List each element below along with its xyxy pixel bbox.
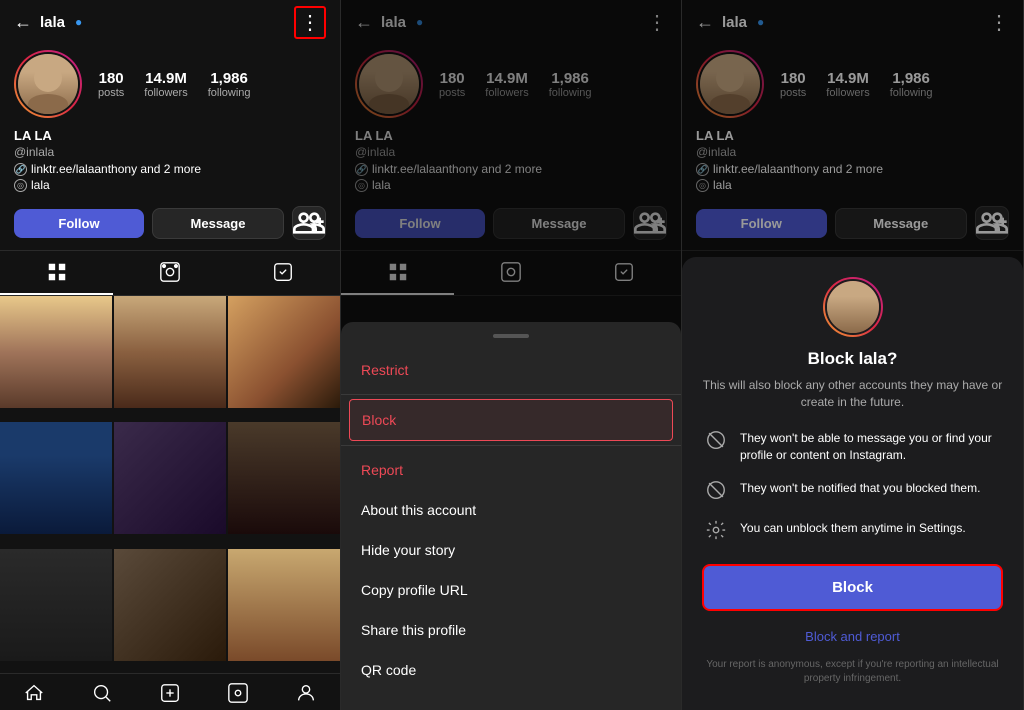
bottom-nav bbox=[0, 673, 340, 710]
nav-username: lala bbox=[40, 14, 65, 31]
block-reason-1: They won't be able to message you or fin… bbox=[702, 426, 1003, 464]
block-title: Block lala? bbox=[702, 349, 1003, 369]
grid-icon bbox=[46, 261, 68, 283]
follow-button[interactable]: Follow bbox=[14, 209, 144, 238]
video-icon bbox=[227, 682, 249, 704]
block-footer-note: Your report is anonymous, except if you'… bbox=[702, 658, 1003, 686]
block-confirm-button[interactable]: Block bbox=[702, 564, 1003, 611]
block-reason-2: They won't be notified that you blocked … bbox=[702, 476, 1003, 504]
followers-count: 14.9M bbox=[145, 70, 187, 87]
action-buttons: Follow Message bbox=[0, 202, 340, 250]
panel-profile: ← lala ● ⋮ 180 posts 14.9M followers 1,9… bbox=[0, 0, 341, 710]
posts-label: posts bbox=[98, 87, 124, 99]
block-and-report-button[interactable]: Block and report bbox=[702, 623, 1003, 650]
search-icon bbox=[91, 682, 113, 704]
following-count: 1,986 bbox=[210, 70, 248, 87]
tab-grid[interactable] bbox=[0, 251, 113, 295]
stats-row: 180 posts 14.9M followers 1,986 followin… bbox=[98, 70, 326, 99]
photo-cell[interactable] bbox=[228, 549, 340, 661]
link-icon: 🔗 bbox=[14, 163, 27, 176]
photo-cell[interactable] bbox=[228, 296, 340, 408]
display-name: LA LA bbox=[14, 128, 326, 143]
stat-posts: 180 posts bbox=[98, 70, 124, 99]
stat-followers: 14.9M followers bbox=[144, 70, 187, 99]
block-avatar-face bbox=[827, 281, 879, 333]
menu-sheet: Restrict Block Report About this account… bbox=[341, 322, 681, 710]
panel-block: ← lala ● ⋮ 180 posts 14.9M followers 1,9… bbox=[682, 0, 1024, 710]
menu-share-profile[interactable]: Share this profile bbox=[341, 610, 681, 650]
nav-reels-tab[interactable] bbox=[204, 682, 272, 704]
no-message-icon bbox=[702, 426, 730, 454]
bio-link[interactable]: 🔗 linktr.ee/lalaanthony and 2 more bbox=[14, 162, 326, 176]
block-description: This will also block any other accounts … bbox=[702, 377, 1003, 411]
block-reason-text-1: They won't be able to message you or fin… bbox=[740, 426, 1003, 464]
settings-icon bbox=[702, 516, 730, 544]
top-nav: ← lala ● ⋮ bbox=[0, 0, 340, 44]
nav-create[interactable] bbox=[136, 682, 204, 704]
profile-header: 180 posts 14.9M followers 1,986 followin… bbox=[0, 44, 340, 128]
menu-report[interactable]: Report bbox=[341, 450, 681, 490]
tab-tagged[interactable] bbox=[227, 251, 340, 295]
block-avatar bbox=[823, 277, 883, 337]
block-reason-text-2: They won't be notified that you blocked … bbox=[740, 476, 980, 497]
nav-search[interactable] bbox=[68, 682, 136, 704]
block-dialog: Block lala? This will also block any oth… bbox=[682, 257, 1023, 710]
nav-left: ← lala ● bbox=[14, 12, 82, 33]
menu-divider bbox=[341, 394, 681, 395]
link-text: linktr.ee/lalaanthony and 2 more bbox=[31, 162, 201, 176]
posts-count: 180 bbox=[99, 70, 124, 87]
profile-icon bbox=[295, 682, 317, 704]
photo-cell[interactable] bbox=[0, 549, 112, 661]
photo-grid bbox=[0, 296, 340, 673]
handle: @inlala bbox=[14, 145, 326, 159]
menu-divider2 bbox=[341, 445, 681, 446]
tab-reels[interactable] bbox=[113, 251, 226, 295]
block-reasons: They won't be able to message you or fin… bbox=[702, 426, 1003, 544]
avatar-face bbox=[18, 54, 78, 114]
menu-about[interactable]: About this account bbox=[341, 490, 681, 530]
verified-icon: ● bbox=[75, 15, 82, 29]
nav-profile[interactable] bbox=[272, 682, 340, 704]
photo-cell[interactable] bbox=[0, 422, 112, 534]
bio-section: LA LA @inlala 🔗 linktr.ee/lalaanthony an… bbox=[0, 128, 340, 202]
tag-text: lala bbox=[31, 178, 50, 192]
menu-block[interactable]: Block bbox=[349, 399, 673, 441]
no-notify-icon bbox=[702, 476, 730, 504]
more-options-button[interactable]: ⋮ bbox=[294, 6, 326, 39]
photo-cell[interactable] bbox=[228, 422, 340, 534]
bio-tag: ◎ lala bbox=[14, 178, 326, 192]
tag-icon: ◎ bbox=[14, 179, 27, 192]
stat-following: 1,986 following bbox=[208, 70, 251, 99]
block-reason-3: You can unblock them anytime in Settings… bbox=[702, 516, 1003, 544]
photo-cell[interactable] bbox=[114, 549, 226, 661]
panel-menu: ← lala ● ⋮ 180 posts 14.9M followers 1,9… bbox=[341, 0, 682, 710]
menu-restrict[interactable]: Restrict bbox=[341, 350, 681, 390]
block-avatar-inner bbox=[825, 279, 881, 335]
photo-cell[interactable] bbox=[0, 296, 112, 408]
avatar bbox=[14, 50, 82, 118]
person-add-icon bbox=[293, 207, 325, 239]
followers-label: followers bbox=[144, 87, 187, 99]
back-button[interactable]: ← bbox=[14, 12, 32, 33]
menu-copy-url[interactable]: Copy profile URL bbox=[341, 570, 681, 610]
tab-bar bbox=[0, 250, 340, 296]
photo-cell[interactable] bbox=[114, 296, 226, 408]
following-label: following bbox=[208, 87, 251, 99]
block-reason-text-3: You can unblock them anytime in Settings… bbox=[740, 516, 966, 537]
menu-hide-story[interactable]: Hide your story bbox=[341, 530, 681, 570]
reels-icon bbox=[159, 261, 181, 283]
message-button[interactable]: Message bbox=[152, 208, 284, 239]
menu-qr[interactable]: QR code bbox=[341, 650, 681, 690]
add-friend-button[interactable] bbox=[292, 206, 326, 240]
nav-home[interactable] bbox=[0, 682, 68, 704]
avatar-inner bbox=[16, 52, 80, 116]
create-icon bbox=[159, 682, 181, 704]
tagged-icon bbox=[272, 261, 294, 283]
home-icon bbox=[23, 682, 45, 704]
sheet-handle bbox=[493, 334, 529, 338]
photo-cell[interactable] bbox=[114, 422, 226, 534]
